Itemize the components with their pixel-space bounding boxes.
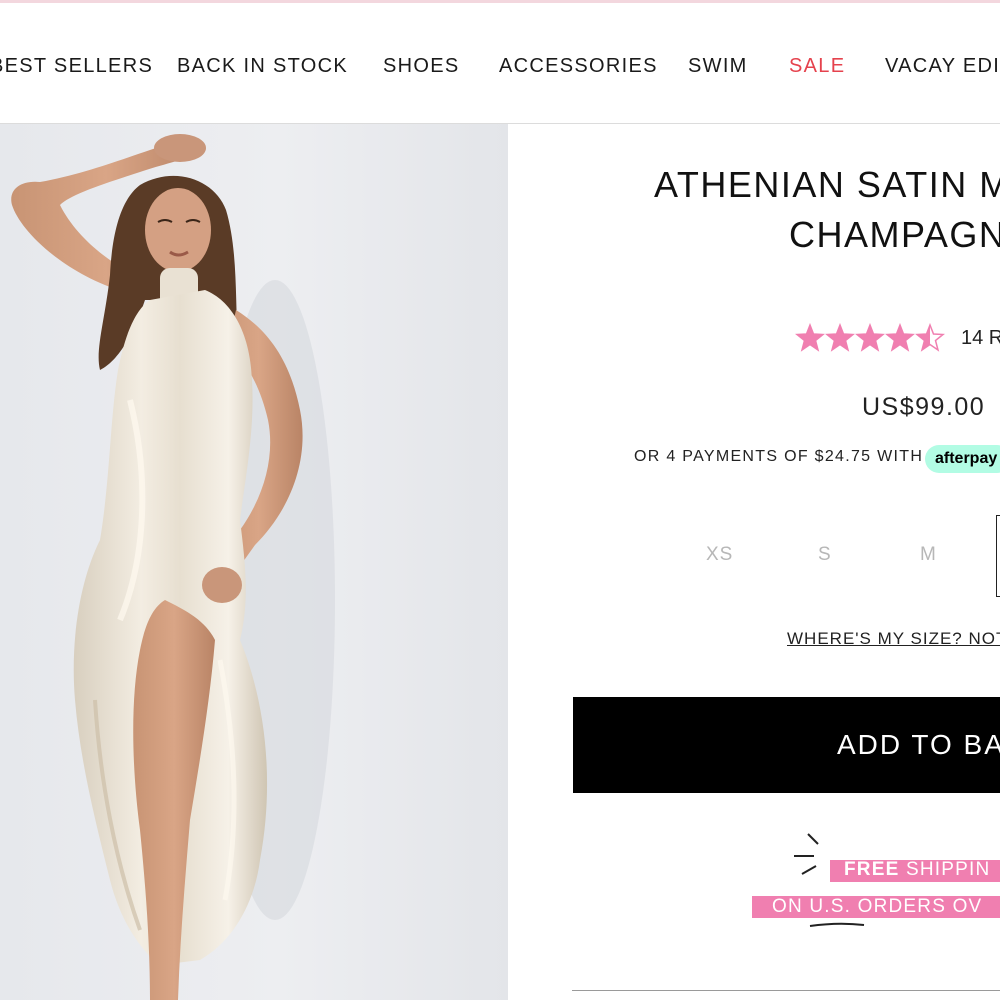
nav-vacay-edit[interactable]: VACAY EDIT (885, 55, 1000, 78)
product-image[interactable] (0, 124, 508, 1000)
main-nav: BEST SELLERS BACK IN STOCK SHOES ACCESSO… (0, 3, 1000, 124)
section-divider (572, 990, 1000, 991)
size-option-selected-box[interactable] (996, 515, 1000, 597)
size-option-s[interactable]: S (818, 544, 832, 566)
star-icon (915, 323, 945, 352)
shipping-word: SHIPPIN (899, 859, 991, 880)
add-to-bag-button[interactable]: ADD TO BA (573, 697, 1000, 793)
size-help-link[interactable]: WHERE'S MY SIZE? NOT (787, 629, 1000, 649)
size-option-m[interactable]: M (920, 544, 937, 566)
nav-swim[interactable]: SWIM (688, 55, 748, 78)
star-icon (825, 323, 855, 352)
product-price: US$99.00 (862, 393, 986, 421)
product-title-line1: ATHENIAN SATIN M (654, 164, 1000, 205)
nav-sale[interactable]: SALE (789, 55, 845, 78)
free-shipping-text: FREE SHIPPIN (844, 859, 990, 881)
product-title-line2: CHAMPAGN (789, 214, 1000, 255)
free-word: FREE (844, 859, 900, 880)
reviews-count-link[interactable]: 14 R (961, 327, 1000, 350)
size-option-xs[interactable]: XS (706, 544, 733, 566)
star-icon (795, 323, 825, 352)
afterpay-label: afterpay (935, 450, 998, 467)
star-icon (885, 323, 915, 352)
nav-accessories[interactable]: ACCESSORIES (499, 55, 658, 78)
shipping-condition-text: ON U.S. ORDERS OV (772, 896, 983, 917)
rating-stars[interactable] (795, 318, 945, 358)
sparkle-icon (794, 833, 819, 875)
model-in-dress-illustration (11, 134, 335, 1000)
product-title: ATHENIAN SATIN M CHAMPAGN (654, 160, 1000, 260)
star-icon (855, 323, 885, 352)
underline-scribble (809, 922, 865, 927)
installments-text: OR 4 PAYMENTS OF $24.75 WITH (634, 448, 924, 465)
product-page: BEST SELLERS BACK IN STOCK SHOES ACCESSO… (0, 0, 1000, 1000)
afterpay-badge[interactable]: afterpay (925, 445, 1000, 473)
nav-back-in-stock[interactable]: BACK IN STOCK (177, 55, 348, 78)
nav-best-sellers[interactable]: BEST SELLERS (0, 55, 153, 78)
nav-shoes[interactable]: SHOES (383, 55, 460, 78)
